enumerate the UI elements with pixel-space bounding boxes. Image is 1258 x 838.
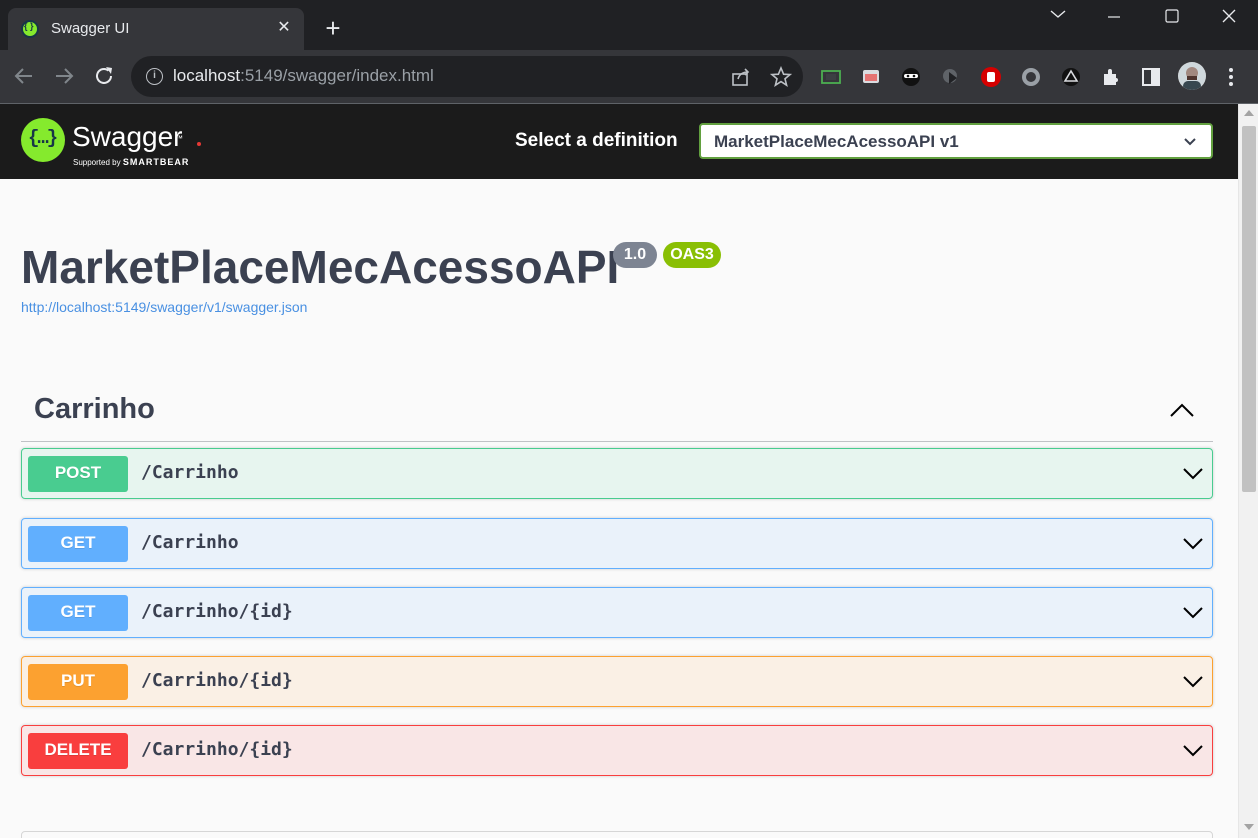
schemas-section-edge	[21, 831, 1213, 838]
puzzle-icon[interactable]	[1100, 66, 1122, 88]
alien-icon[interactable]	[1060, 66, 1082, 88]
screenshot-icon[interactable]	[820, 66, 842, 88]
api-title: MarketPlaceMecAcessoAPI	[21, 241, 620, 293]
swagger-topbar: {…} Swagger ™ Supported by SMARTBEAR Sel…	[0, 104, 1238, 179]
cast-icon[interactable]	[860, 66, 882, 88]
method-badge: GET	[28, 526, 128, 562]
supported-by-prefix: Supported by	[73, 158, 121, 167]
swagger-logo-mark: {…}	[28, 127, 58, 149]
operation-get-carrinho[interactable]: GET /Carrinho	[21, 518, 1213, 569]
method-badge: DELETE	[28, 733, 128, 769]
url-path: :5149/swagger/index.html	[240, 66, 434, 85]
minimize-icon[interactable]	[1094, 4, 1134, 30]
definition-select[interactable]: MarketPlaceMecAcessoAPI v1	[699, 123, 1213, 159]
info-icon[interactable]: i	[146, 68, 163, 85]
operation-path: /Carrinho	[141, 462, 239, 483]
operation-path: /Carrinho/{id}	[141, 739, 293, 760]
forward-icon[interactable]	[51, 63, 77, 89]
back-icon[interactable]	[11, 63, 37, 89]
play-icon[interactable]	[940, 66, 962, 88]
tab-search-icon[interactable]	[1038, 4, 1078, 30]
tab-close-icon[interactable]: ✕	[274, 18, 294, 38]
swagger-favicon-icon	[21, 20, 39, 38]
chevron-down-icon	[1184, 138, 1196, 146]
version-badge: 1.0	[613, 242, 657, 268]
method-badge: PUT	[28, 664, 128, 700]
profile-avatar[interactable]	[1178, 62, 1206, 90]
spec-json-link[interactable]: http://localhost:5149/swagger/v1/swagger…	[21, 299, 307, 315]
definition-label: Select a definition	[515, 130, 678, 151]
supported-by: Supported by SMARTBEAR	[73, 157, 189, 167]
operation-path: /Carrinho	[141, 532, 239, 553]
operation-path: /Carrinho/{id}	[141, 601, 293, 622]
scroll-up-arrow-icon[interactable]	[1244, 110, 1254, 116]
method-badge: GET	[28, 595, 128, 631]
trademark-mark: ™	[175, 134, 183, 143]
browser-toolbar: i localhost:5149/swagger/index.html	[0, 50, 1258, 104]
chevron-down-icon[interactable]	[1182, 605, 1204, 619]
smartbear-brand: SMARTBEAR	[122, 157, 190, 167]
scroll-thumb[interactable]	[1242, 126, 1256, 492]
incognito-mask-icon[interactable]	[900, 66, 922, 88]
address-bar[interactable]: i localhost:5149/swagger/index.html	[131, 56, 803, 97]
swagger-brand[interactable]: Swagger	[72, 121, 183, 153]
maximize-icon[interactable]	[1152, 4, 1192, 30]
definition-select-value: MarketPlaceMecAcessoAPI v1	[714, 132, 959, 151]
scroll-down-arrow-icon[interactable]	[1244, 824, 1254, 830]
operation-get-carrinho-id[interactable]: GET /Carrinho/{id}	[21, 587, 1213, 638]
oas-badge: OAS3	[663, 242, 721, 268]
operation-put-carrinho-id[interactable]: PUT /Carrinho/{id}	[21, 656, 1213, 707]
tab-title: Swagger UI	[51, 20, 130, 37]
tag-name: Carrinho	[34, 393, 155, 425]
circle-icon[interactable]	[1020, 66, 1042, 88]
method-badge: POST	[28, 456, 128, 492]
new-tab-button[interactable]: +	[318, 14, 348, 44]
chevron-down-icon[interactable]	[1182, 743, 1204, 757]
tag-section-header[interactable]: Carrinho	[21, 384, 1213, 442]
chevron-down-icon[interactable]	[1182, 674, 1204, 688]
page-viewport: {…} Swagger ™ Supported by SMARTBEAR Sel…	[0, 104, 1238, 838]
side-panel-icon[interactable]	[1140, 66, 1162, 88]
browser-tab[interactable]: Swagger UI ✕	[8, 8, 304, 50]
menu-kebab-icon[interactable]	[1220, 66, 1242, 88]
operation-path: /Carrinho/{id}	[141, 670, 293, 691]
swagger-logo-icon[interactable]: {…}	[21, 118, 65, 162]
chevron-down-icon[interactable]	[1182, 466, 1204, 480]
brand-dot-icon	[197, 142, 201, 146]
operation-post-carrinho[interactable]: POST /Carrinho	[21, 448, 1213, 499]
url-text[interactable]: localhost:5149/swagger/index.html	[173, 66, 434, 86]
share-icon[interactable]	[730, 66, 752, 88]
page-scrollbar[interactable]	[1238, 104, 1258, 838]
bookmark-star-icon[interactable]	[769, 65, 793, 88]
close-window-icon[interactable]	[1209, 4, 1249, 30]
chevron-down-icon[interactable]	[1182, 536, 1204, 550]
browser-tab-strip: Swagger UI ✕ +	[0, 0, 1258, 56]
chevron-up-icon[interactable]	[1169, 402, 1195, 418]
url-host: localhost	[173, 66, 241, 85]
operation-delete-carrinho-id[interactable]: DELETE /Carrinho/{id}	[21, 725, 1213, 776]
stop-hand-icon[interactable]	[980, 66, 1002, 88]
reload-icon[interactable]	[91, 63, 117, 89]
